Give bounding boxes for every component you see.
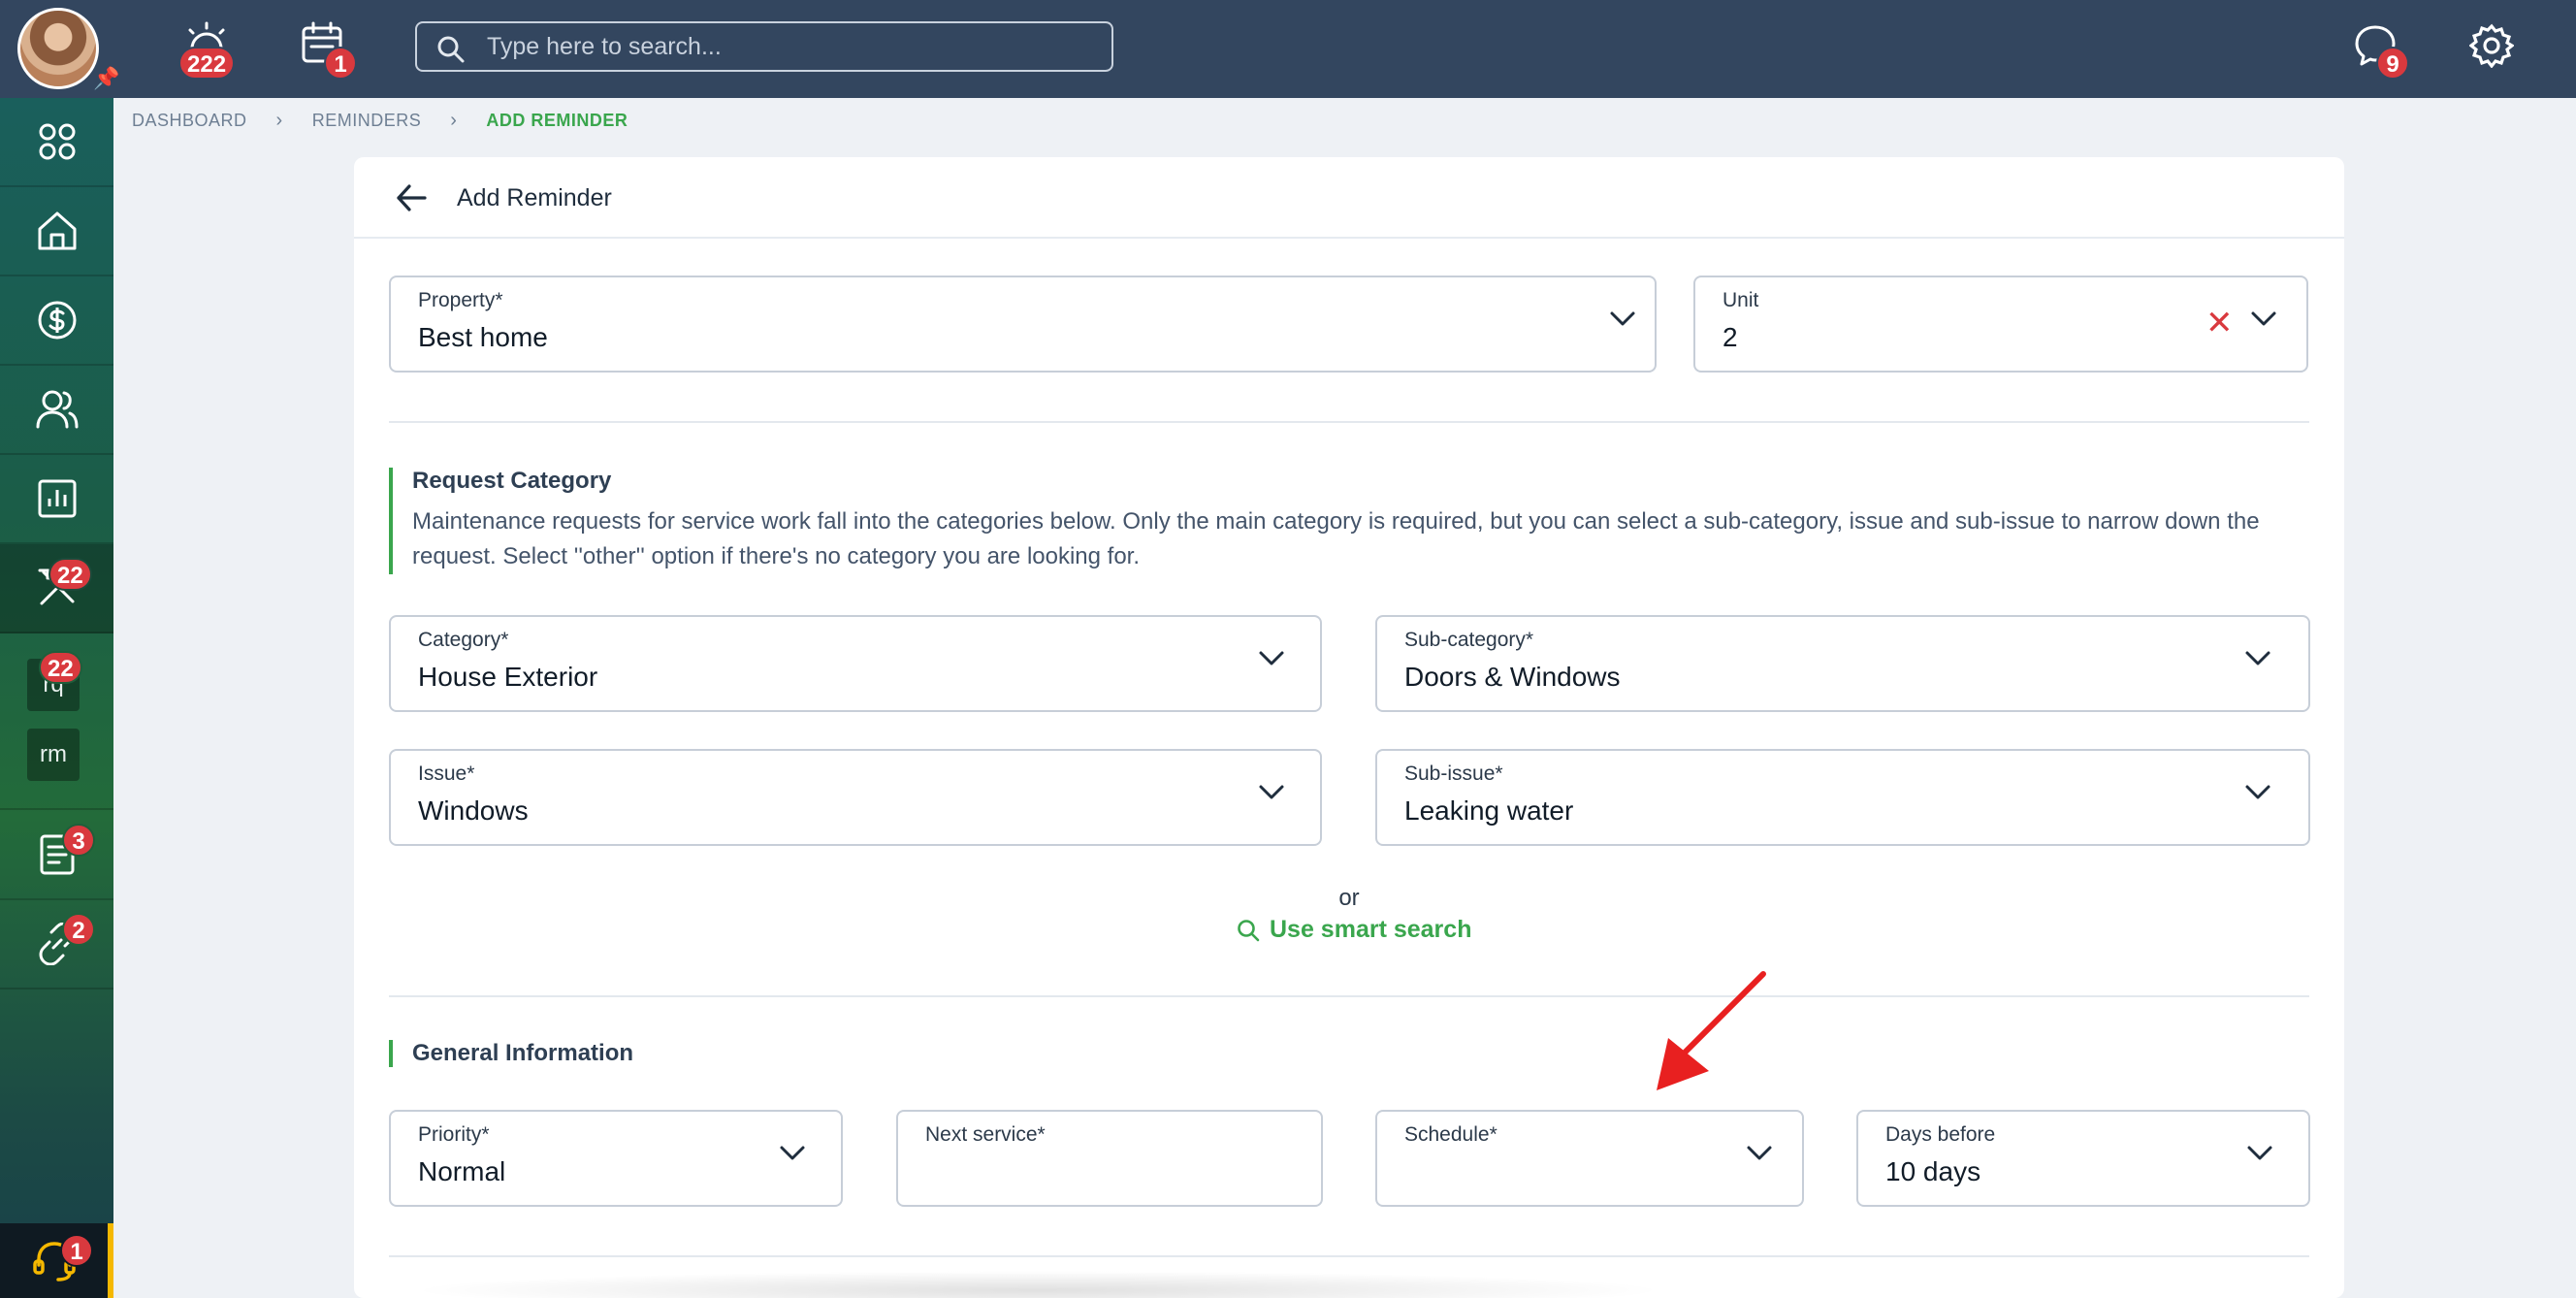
users-icon (36, 390, 78, 429)
next-service-field[interactable]: Next service* (896, 1110, 1323, 1207)
divider (389, 1255, 2309, 1257)
chevron-down-icon (1747, 1146, 1772, 1160)
subcategory-select[interactable]: Sub-category* Doors & Windows (1375, 615, 2310, 712)
priority-label: Priority* (418, 1123, 490, 1146)
priority-value: Normal (418, 1156, 506, 1186)
breadcrumb-reminders[interactable]: REMINDERS (312, 111, 422, 131)
messages-count-badge: 9 (2376, 47, 2409, 80)
links-count-badge: 2 (62, 913, 95, 946)
days-before-label: Days before (1885, 1123, 1996, 1146)
subcategory-value: Doors & Windows (1404, 662, 1621, 692)
chevron-down-icon (2245, 651, 2270, 665)
property-select[interactable]: Property* Best home (389, 276, 1657, 373)
subissue-value: Leaking water (1404, 795, 1574, 826)
chevron-right-icon: › (275, 109, 283, 131)
next-service-label: Next service* (925, 1123, 1046, 1146)
general-information-section: General Information (389, 1040, 633, 1067)
smart-search-link[interactable]: Use smart search (1237, 916, 1471, 944)
general-information-title: General Information (412, 1040, 634, 1066)
rq-count-badge: 22 (39, 651, 82, 684)
scroll-shadow (407, 1271, 1668, 1298)
clear-icon[interactable]: ✕ (2206, 307, 2234, 340)
sidebar-item-documents[interactable] (0, 811, 113, 900)
breadcrumb: DASHBOARD › REMINDERS › ADD REMINDER (132, 109, 628, 132)
sidebar-item-links[interactable] (0, 900, 113, 990)
or-separator: or (1338, 885, 1360, 911)
unit-value: 2 (1723, 322, 1738, 352)
calendar-count-badge: 1 (324, 47, 357, 80)
global-search[interactable] (415, 21, 1113, 72)
unit-select[interactable]: Unit 2 ✕ (1693, 276, 2308, 373)
unit-label: Unit (1723, 289, 1759, 311)
sidebar-item-finance[interactable] (0, 276, 113, 366)
card-header: Add Reminder (354, 157, 2344, 239)
divider (389, 421, 2309, 423)
chevron-down-icon (780, 1146, 805, 1160)
request-category-description: Maintenance requests for service work fa… (412, 508, 2260, 569)
days-before-select[interactable]: Days before 10 days (1856, 1110, 2310, 1207)
gear-icon[interactable] (2468, 23, 2518, 72)
sidebar-subitem-rm[interactable]: rm (27, 729, 80, 781)
search-icon (1238, 919, 1260, 941)
dollar-icon (38, 301, 76, 340)
issue-select[interactable]: Issue* Windows (389, 749, 1322, 846)
back-arrow-icon[interactable] (395, 182, 428, 218)
priority-select[interactable]: Priority* Normal (389, 1110, 843, 1207)
chevron-down-icon (1610, 311, 1635, 326)
breadcrumb-dashboard[interactable]: DASHBOARD (132, 111, 247, 131)
chevron-right-icon: › (450, 109, 458, 131)
support-button[interactable] (0, 1223, 113, 1298)
chevron-down-icon (2247, 1146, 2272, 1160)
request-category-title: Request Category (412, 468, 612, 494)
chevron-down-icon (2251, 311, 2276, 326)
search-icon (437, 36, 465, 63)
issue-value: Windows (418, 795, 529, 826)
chevron-down-icon (1259, 651, 1284, 665)
add-reminder-card: Add Reminder Property* Best home Unit 2 … (354, 157, 2344, 1298)
days-before-value: 10 days (1885, 1156, 1981, 1186)
category-select[interactable]: Category* House Exterior (389, 615, 1322, 712)
divider (389, 995, 2309, 997)
property-value: Best home (418, 322, 548, 352)
chevron-down-icon (2245, 785, 2270, 799)
search-input[interactable] (487, 31, 1088, 62)
chevron-down-icon (1259, 785, 1284, 799)
home-icon (38, 211, 76, 250)
sidebar-item-people[interactable] (0, 366, 113, 455)
page-title: Add Reminder (457, 184, 612, 211)
sidebar-divider (0, 808, 113, 810)
request-category-section: Request Category Maintenance requests fo… (389, 468, 2284, 574)
pin-icon: 📌 (93, 66, 120, 90)
property-label: Property* (418, 289, 503, 311)
notifications-count-badge: 222 (178, 47, 236, 80)
sidebar-item-reports[interactable] (0, 455, 113, 544)
documents-count-badge: 3 (62, 824, 95, 857)
breadcrumb-add-reminder: ADD REMINDER (486, 110, 628, 130)
issue-label: Issue* (418, 763, 475, 785)
subissue-label: Sub-issue* (1404, 763, 1503, 785)
sidebar-item-apps[interactable] (0, 98, 113, 187)
schedule-select[interactable]: Schedule* (1375, 1110, 1804, 1207)
subissue-select[interactable]: Sub-issue* Leaking water (1375, 749, 2310, 846)
user-avatar[interactable] (17, 8, 99, 89)
support-count-badge: 1 (60, 1234, 93, 1267)
apps-grid-icon (39, 123, 75, 160)
bar-chart-icon (38, 479, 76, 518)
annotation-arrow-icon (1657, 971, 1766, 1090)
maintenance-count-badge: 22 (48, 558, 92, 591)
sidebar-item-home[interactable] (0, 187, 113, 276)
category-label: Category* (418, 629, 509, 651)
category-value: House Exterior (418, 662, 598, 692)
subcategory-label: Sub-category* (1404, 629, 1534, 651)
schedule-label: Schedule* (1404, 1123, 1497, 1146)
top-bar: 📌 222 1 9 (0, 0, 2576, 98)
sidebar: 22 rq 22 rm 3 2 (0, 98, 113, 1298)
smart-search-label: Use smart search (1270, 916, 1472, 943)
